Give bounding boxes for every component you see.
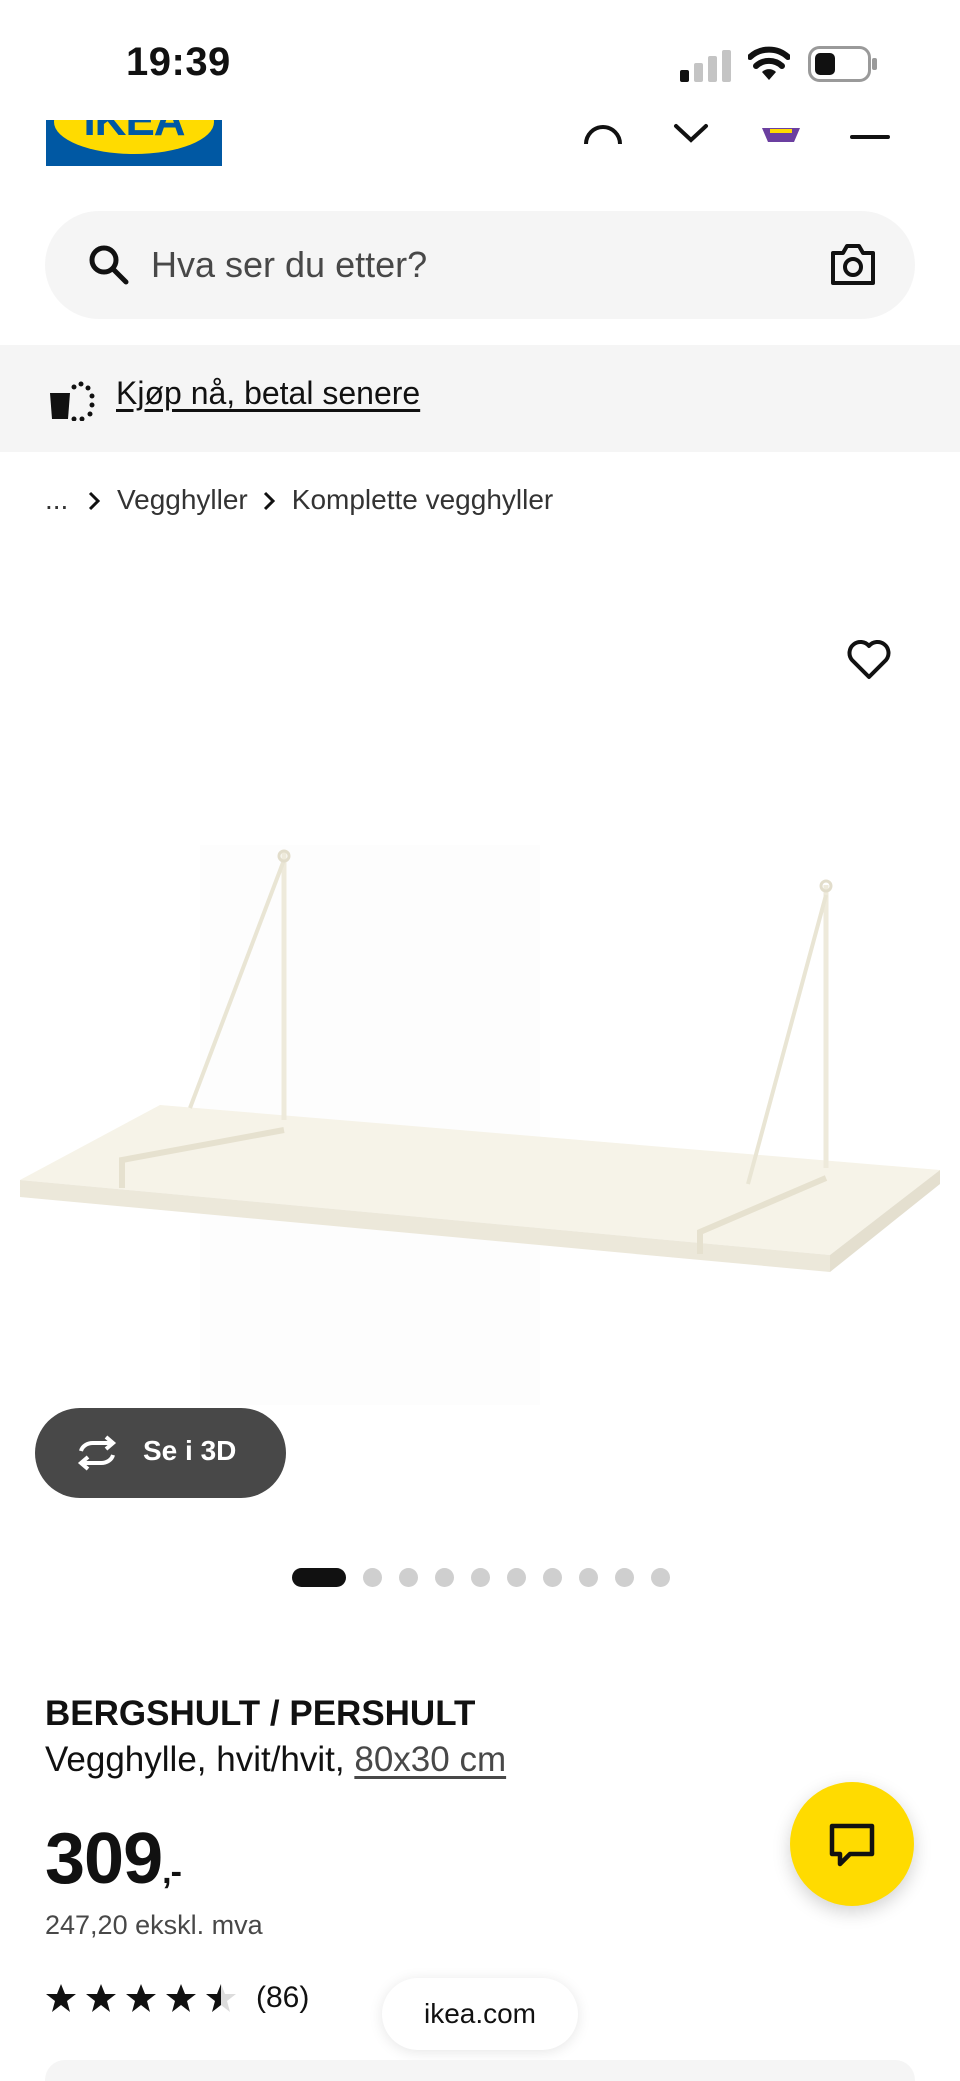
search-input[interactable] [151, 241, 771, 289]
pay-later-link[interactable]: Kjøp nå, betal senere [116, 375, 420, 412]
rating-stars[interactable] [45, 1982, 245, 2016]
ikea-logo[interactable]: IKEA [46, 120, 222, 166]
wifi-icon [748, 46, 790, 80]
view-3d-label: Se i 3D [143, 1435, 237, 1466]
pager-dot[interactable] [579, 1567, 598, 1587]
product-price: 309,- [45, 1818, 182, 1900]
pager-dot-active[interactable] [292, 1567, 346, 1587]
pager-dot[interactable] [615, 1567, 634, 1587]
cellular-signal-icon [680, 50, 731, 82]
pager-dot[interactable] [435, 1567, 454, 1587]
search-icon [89, 245, 129, 285]
product-image[interactable] [0, 560, 960, 1520]
breadcrumb-item-vegghyller[interactable]: Vegghyller [117, 484, 248, 516]
browser-url-bar[interactable]: ikea.com [382, 1978, 578, 2050]
star-full-icon [86, 1984, 116, 2012]
cart-icon[interactable] [756, 120, 806, 150]
chevron-right-icon [73, 488, 117, 512]
chevron-down-icon[interactable] [666, 120, 716, 150]
bottom-card [45, 2060, 915, 2081]
heart-icon[interactable] [846, 638, 892, 680]
chat-button[interactable] [790, 1782, 914, 1906]
price-ex-vat: 247,20 ekskl. mva [45, 1910, 263, 1940]
battery-icon [808, 46, 877, 82]
star-full-icon [166, 1984, 196, 2012]
star-half-icon [206, 1984, 236, 2012]
user-icon[interactable] [578, 120, 628, 150]
chat-icon [829, 1823, 875, 1867]
pager-dot[interactable] [651, 1567, 670, 1587]
pager-dot[interactable] [399, 1567, 418, 1587]
pager-dot[interactable] [363, 1567, 382, 1587]
star-full-icon [46, 1984, 76, 2012]
rotate-3d-icon [77, 1435, 117, 1471]
product-size-link[interactable]: 80x30 cm [354, 1740, 506, 1779]
pager-dot[interactable] [543, 1567, 562, 1587]
pager-dot[interactable] [471, 1567, 490, 1587]
menu-icon[interactable] [846, 120, 896, 150]
view-3d-button[interactable]: Se i 3D [35, 1408, 286, 1498]
chevron-right-icon [248, 488, 292, 512]
camera-icon[interactable] [829, 241, 877, 287]
search-bar[interactable] [45, 211, 915, 319]
breadcrumb-item-komplette-vegghyller[interactable]: Komplette vegghyller [292, 484, 553, 516]
pay-later-icon [50, 381, 95, 421]
logo-text: IKEA [83, 120, 185, 145]
pager-dot[interactable] [507, 1567, 526, 1587]
star-full-icon [126, 1984, 156, 2012]
promo-banner: Kjøp nå, betal senere [0, 345, 960, 452]
status-bar: 19:39 [0, 0, 960, 120]
status-time: 19:39 [126, 40, 231, 84]
product-name: BERGSHULT / PERSHULT [45, 1694, 476, 1733]
breadcrumb-ellipsis[interactable]: ... [45, 484, 73, 516]
rating-count[interactable]: (86) [256, 1981, 309, 2015]
site-header: IKEA [0, 120, 960, 190]
price-value: 309 [45, 1819, 163, 1899]
product-description-text: Vegghylle, hvit/hvit, [45, 1740, 345, 1779]
product-description: Vegghylle, hvit/hvit, 80x30 cm [45, 1740, 506, 1780]
image-pager [292, 1566, 687, 1588]
price-suffix: ,- [162, 1853, 182, 1891]
breadcrumb: ... Vegghyller Komplette vegghyller [45, 480, 553, 520]
